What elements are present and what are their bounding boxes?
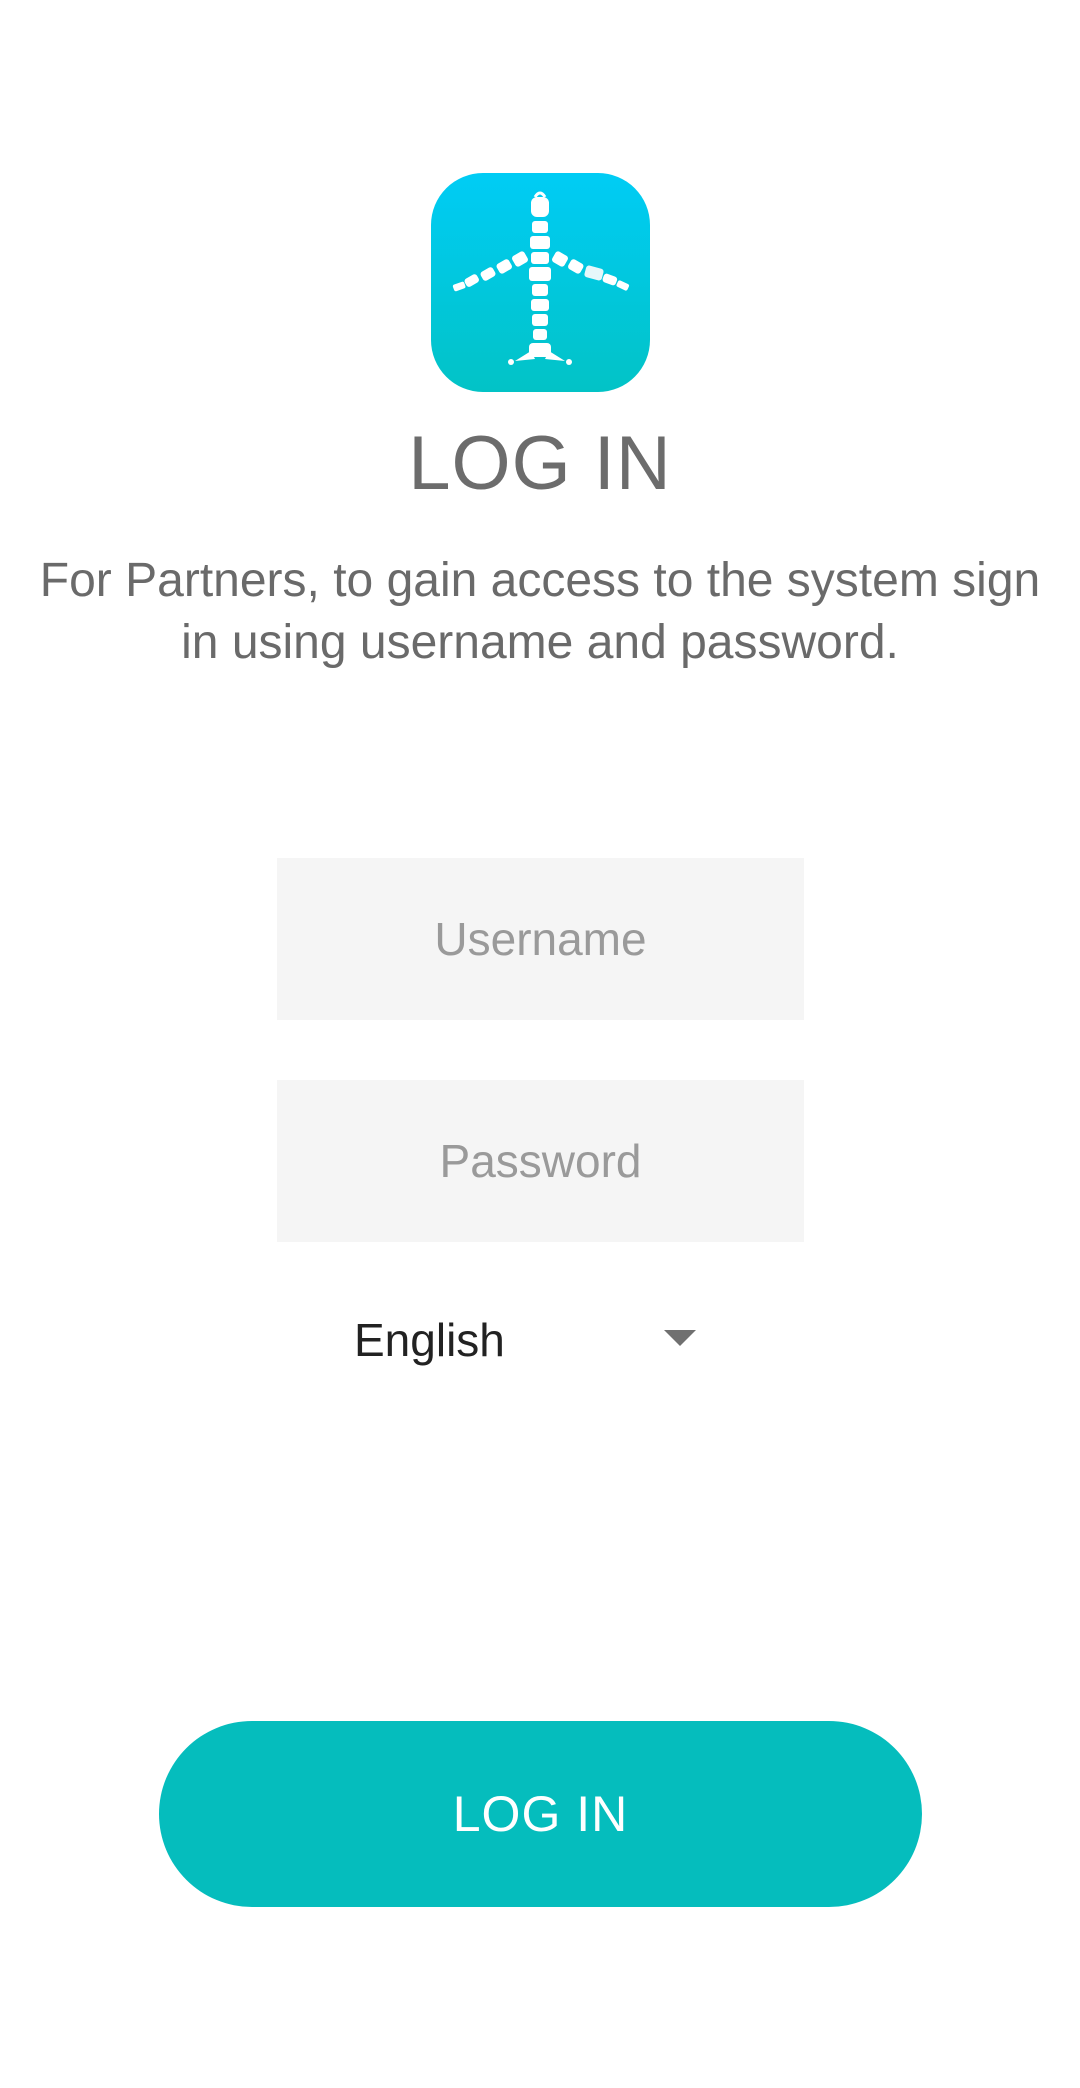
app-logo bbox=[431, 173, 650, 392]
password-input[interactable] bbox=[277, 1080, 804, 1242]
dropdown-arrow-icon bbox=[664, 1330, 696, 1346]
language-dropdown[interactable]: English bbox=[340, 1300, 740, 1380]
username-input[interactable] bbox=[277, 858, 804, 1020]
login-button[interactable]: LOG IN bbox=[159, 1721, 922, 1907]
airplane-luggage-icon bbox=[452, 191, 630, 365]
language-selected-value: English bbox=[354, 1314, 505, 1366]
page-title: LOG IN bbox=[408, 421, 672, 506]
login-screen: LOG IN For Partners, to gain access to t… bbox=[0, 0, 1080, 2088]
page-description: For Partners, to gain access to the syst… bbox=[39, 554, 1041, 669]
